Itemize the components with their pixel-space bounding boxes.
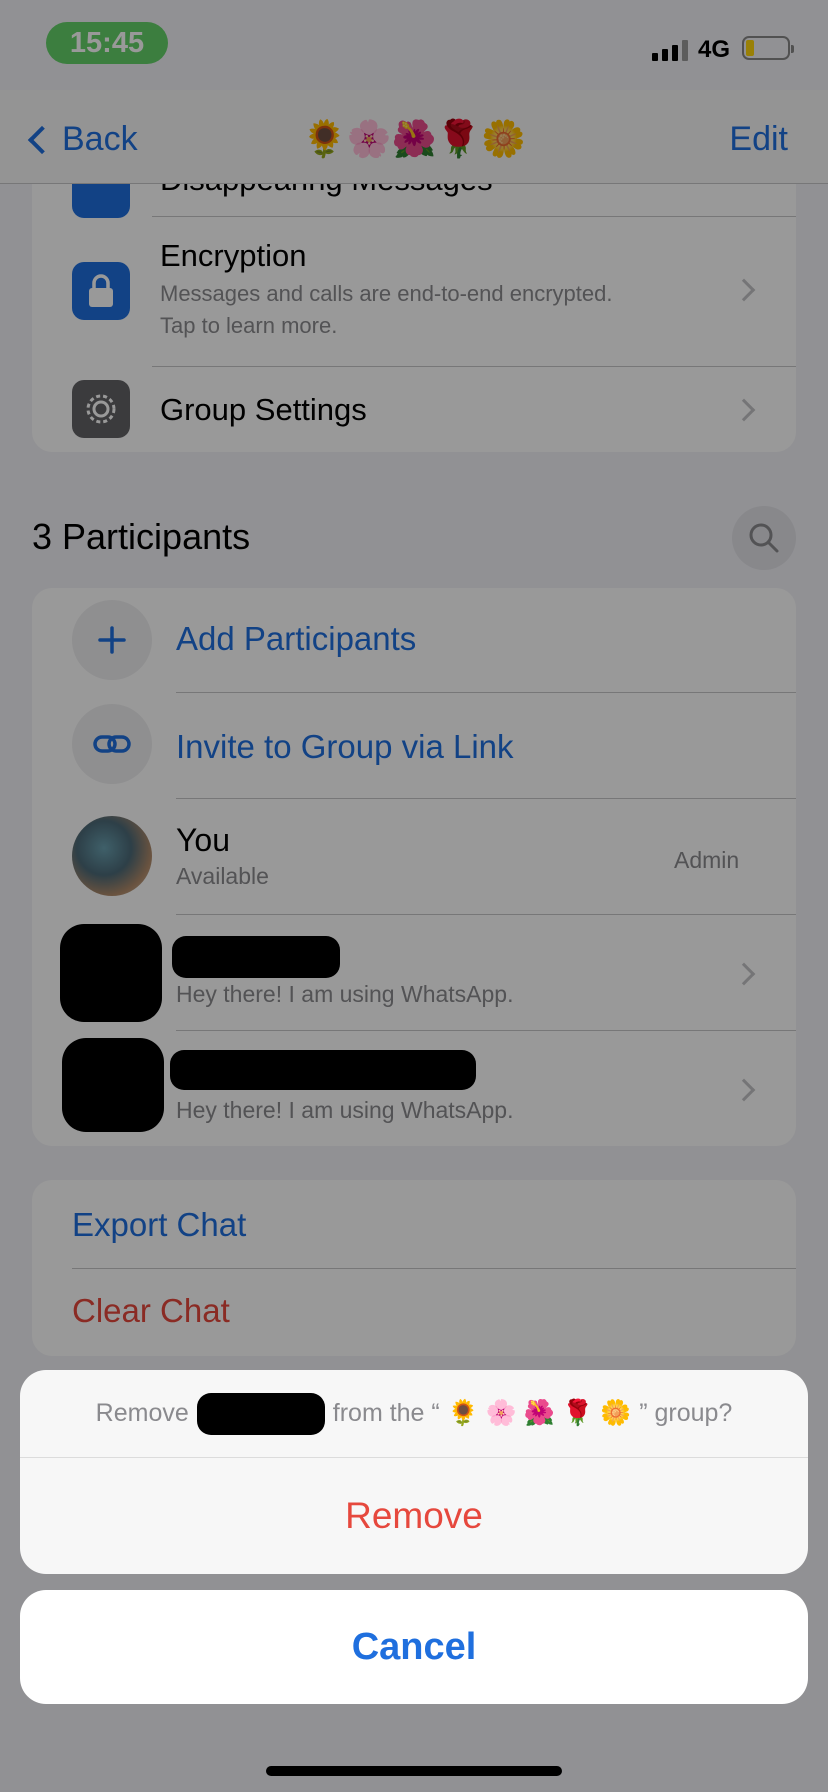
- sheet-group-name: 🌻 🌸 🌺 🌹 🌼: [447, 1399, 632, 1427]
- home-indicator[interactable]: [266, 1766, 562, 1776]
- cancel-button[interactable]: Cancel: [20, 1590, 808, 1704]
- remove-action-sheet: Remove from the “ 🌻 🌸 🌺 🌹 🌼 ” group? Rem…: [20, 1370, 808, 1574]
- sheet-middle: from the “: [332, 1399, 440, 1427]
- sheet-suffix: ” group?: [639, 1399, 733, 1427]
- sheet-prefix: Remove: [95, 1399, 189, 1427]
- redacted-participant-name: [196, 1392, 325, 1435]
- remove-button[interactable]: Remove: [20, 1458, 808, 1574]
- sheet-message: Remove from the “ 🌻 🌸 🌺 🌹 🌼 ” group?: [20, 1370, 808, 1458]
